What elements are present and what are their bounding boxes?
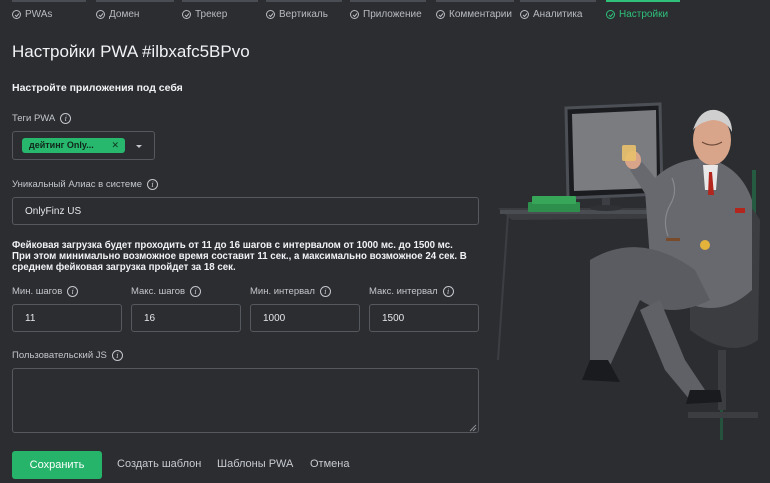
- step-label: Трекер: [195, 9, 228, 20]
- max-steps-input[interactable]: 16: [131, 304, 241, 332]
- remove-tag-icon[interactable]: ✕: [111, 138, 119, 153]
- step-analytics[interactable]: Аналитика: [520, 0, 596, 26]
- cancel-button[interactable]: Отмена: [310, 458, 349, 470]
- tag-chip: дейтинг Only... ✕: [22, 138, 125, 153]
- create-template-button[interactable]: Создать шаблон: [117, 458, 201, 470]
- check-icon: [266, 10, 275, 19]
- check-icon: [182, 10, 191, 19]
- step-label: PWAs: [25, 9, 53, 20]
- check-icon: [606, 10, 615, 19]
- info-icon[interactable]: i: [67, 286, 79, 297]
- tag-chip-label: дейтинг Only...: [29, 140, 94, 150]
- step-label: Домен: [109, 9, 140, 20]
- min-interval-label: Мин. интервал: [250, 286, 315, 297]
- step-domain[interactable]: Домен: [96, 0, 174, 26]
- alias-input[interactable]: OnlyFinz US: [12, 197, 479, 225]
- step-comments[interactable]: Комментарии: [436, 0, 514, 26]
- step-label: Вертикаль: [279, 9, 328, 20]
- custom-js-label-row: Пользовательский JS i: [12, 350, 123, 361]
- step-app[interactable]: Приложение: [350, 0, 426, 26]
- info-icon[interactable]: i: [111, 350, 123, 361]
- tags-label: Теги PWA: [12, 113, 56, 124]
- fake-loading-note: Фейковая загрузка будет проходить от 11 …: [12, 240, 467, 273]
- tags-label-row: Теги PWA i: [12, 113, 72, 124]
- save-button[interactable]: Сохранить: [12, 451, 102, 479]
- step-settings[interactable]: Настройки: [606, 0, 680, 26]
- mascot-illustration: [497, 102, 760, 440]
- info-icon[interactable]: i: [147, 179, 159, 190]
- tags-select[interactable]: дейтинг Only... ✕: [12, 131, 155, 160]
- step-vertical[interactable]: Вертикаль: [266, 0, 342, 26]
- info-icon[interactable]: i: [190, 286, 202, 297]
- min-interval-label-row: Мин. интервал i: [250, 286, 331, 297]
- min-steps-label: Мин. шагов: [12, 286, 63, 297]
- info-icon[interactable]: i: [442, 286, 454, 297]
- check-icon: [436, 10, 445, 19]
- step-label: Аналитика: [533, 9, 583, 20]
- min-steps-label-row: Мин. шагов i: [12, 286, 79, 297]
- max-steps-label: Макс. шагов: [131, 286, 186, 297]
- chevron-down-icon[interactable]: [136, 145, 142, 148]
- custom-js-textarea[interactable]: [12, 368, 479, 433]
- step-label: Настройки: [619, 9, 669, 20]
- max-steps-value: 16: [144, 312, 156, 324]
- check-icon: [350, 10, 359, 19]
- page-subtitle: Настройте приложения под себя: [12, 82, 183, 94]
- wizard-steps: PWAs Домен Трекер Вертикаль Приложение К…: [0, 0, 770, 26]
- max-interval-label-row: Макс. интервал i: [369, 286, 454, 297]
- check-icon: [96, 10, 105, 19]
- custom-js-label: Пользовательский JS: [12, 350, 107, 361]
- step-pwas[interactable]: PWAs: [12, 0, 86, 26]
- check-icon: [520, 10, 529, 19]
- min-steps-value: 11: [25, 312, 36, 324]
- min-interval-value: 1000: [263, 312, 286, 324]
- info-icon[interactable]: i: [319, 286, 331, 297]
- step-label: Комментарии: [449, 9, 512, 20]
- step-label: Приложение: [363, 9, 422, 20]
- max-steps-label-row: Макс. шагов i: [131, 286, 202, 297]
- max-interval-label: Макс. интервал: [369, 286, 438, 297]
- min-interval-input[interactable]: 1000: [250, 304, 360, 332]
- resize-grip-icon[interactable]: [468, 423, 477, 432]
- max-interval-input[interactable]: 1500: [369, 304, 479, 332]
- alias-label-row: Уникальный Алиас в системе i: [12, 179, 159, 190]
- alias-value: OnlyFinz US: [25, 205, 82, 217]
- page-title: Настройки PWA #ilbxafc5BPvo: [12, 42, 250, 61]
- max-interval-value: 1500: [382, 312, 405, 324]
- check-icon: [12, 10, 21, 19]
- step-tracker[interactable]: Трекер: [182, 0, 258, 26]
- info-icon[interactable]: i: [60, 113, 72, 124]
- min-steps-input[interactable]: 11: [12, 304, 122, 332]
- alias-label: Уникальный Алиас в системе: [12, 179, 143, 190]
- templates-button[interactable]: Шаблоны PWA: [217, 458, 293, 470]
